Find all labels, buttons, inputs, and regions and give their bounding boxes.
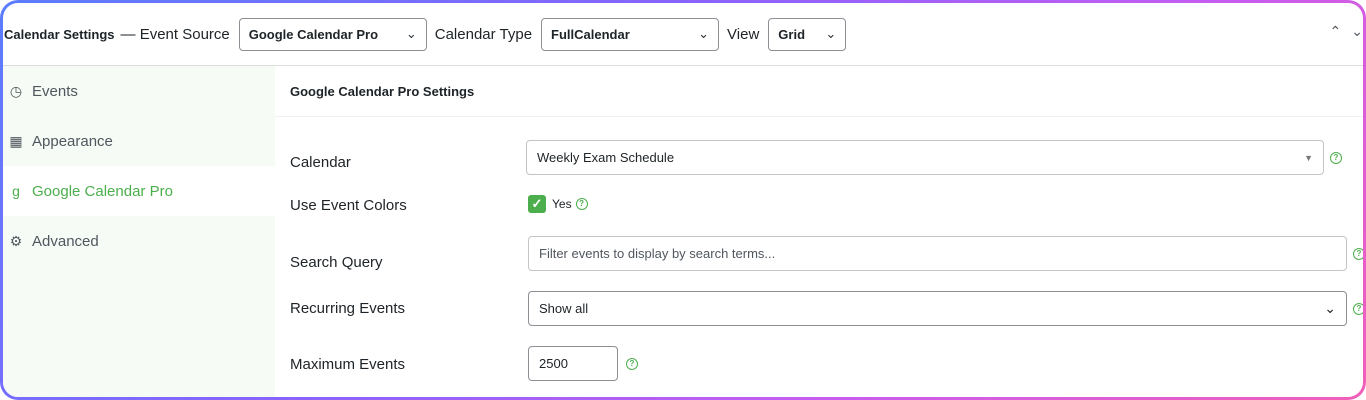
calendar-type-label: Calendar Type xyxy=(434,25,533,43)
search-query-input[interactable]: Filter events to display by search terms… xyxy=(528,236,1347,271)
sidebar-item-label: Appearance xyxy=(32,132,113,150)
chevron-down-icon[interactable]: ⌄ xyxy=(1351,23,1363,40)
maximum-events-row: Maximum Events 2500 ? xyxy=(290,346,638,381)
maximum-events-value: 2500 xyxy=(539,356,568,371)
clock-icon: ◷ xyxy=(9,82,23,99)
calendar-value: Weekly Exam Schedule xyxy=(537,150,675,165)
use-event-colors-label: Use Event Colors xyxy=(290,197,407,214)
chevron-down-icon: ⌄ xyxy=(1324,300,1336,316)
settings-panel: Calendar Settings — Event Source Google … xyxy=(3,3,1363,397)
help-icon[interactable]: ? xyxy=(1353,247,1363,260)
view-value: Grid xyxy=(778,26,806,42)
settings-content: Google Calendar Pro Settings Calendar We… xyxy=(275,66,1363,397)
cogs-icon: ⚙ xyxy=(9,232,23,249)
panel-title: Calendar Settings xyxy=(4,26,115,42)
sidebar-item-events[interactable]: ◷ Events xyxy=(3,66,275,116)
search-query-placeholder: Filter events to display by search terms… xyxy=(539,246,776,261)
search-query-row: Search Query Filter events to display by… xyxy=(290,236,1363,271)
calendar-icon: ▦ xyxy=(9,132,23,149)
recurring-events-label: Recurring Events xyxy=(290,300,406,317)
panel-controls: ⌃ ⌄ xyxy=(1330,23,1363,40)
chevron-down-icon: ⌄ xyxy=(698,26,710,41)
search-query-label: Search Query xyxy=(290,254,383,271)
header-bar: Calendar Settings — Event Source Google … xyxy=(3,3,1363,66)
calendar-type-value: FullCalendar xyxy=(551,26,630,42)
use-event-colors-yes-label: Yes xyxy=(552,196,572,211)
section-title: Google Calendar Pro Settings xyxy=(275,66,1363,117)
sidebar-item-label: Google Calendar Pro xyxy=(32,182,173,200)
calendar-type-select[interactable]: FullCalendar ⌄ xyxy=(541,17,720,51)
sidebar-item-label: Events xyxy=(32,82,78,100)
use-event-colors-row: Use Event Colors ✓ Yes ? xyxy=(290,193,588,214)
google-icon: g xyxy=(12,183,20,199)
chevron-down-icon: ⌄ xyxy=(405,26,417,41)
sidebar-item-label: Advanced xyxy=(32,232,99,250)
recurring-events-select[interactable]: Show all ⌄ xyxy=(528,291,1347,326)
maximum-events-label: Maximum Events xyxy=(290,356,406,373)
help-icon[interactable]: ? xyxy=(1353,302,1363,315)
event-source-value: Google Calendar Pro xyxy=(248,26,379,42)
sidebar-item-advanced[interactable]: ⚙ Advanced xyxy=(3,216,275,266)
event-source-select[interactable]: Google Calendar Pro ⌄ xyxy=(238,17,427,51)
view-select[interactable]: Grid ⌄ xyxy=(768,17,847,51)
use-event-colors-checkbox[interactable]: ✓ xyxy=(528,194,546,213)
calendar-label: Calendar xyxy=(290,154,351,171)
chevron-down-icon: ⌄ xyxy=(825,26,837,41)
window-frame: Calendar Settings — Event Source Google … xyxy=(0,0,1366,400)
dropdown-arrow-icon: ▼ xyxy=(1304,152,1313,163)
calendar-row: Calendar Weekly Exam Schedule ▼ ? xyxy=(290,140,1342,175)
event-source-label: — Event Source xyxy=(120,25,230,43)
chevron-up-icon[interactable]: ⌃ xyxy=(1330,23,1342,40)
help-icon[interactable]: ? xyxy=(626,357,638,370)
recurring-events-value: Show all xyxy=(539,301,589,316)
help-icon[interactable]: ? xyxy=(1330,151,1342,164)
sidebar-item-google-calendar-pro[interactable]: g Google Calendar Pro xyxy=(3,166,275,216)
sidebar-item-appearance[interactable]: ▦ Appearance xyxy=(3,116,275,166)
maximum-events-input[interactable]: 2500 xyxy=(528,346,618,381)
help-icon[interactable]: ? xyxy=(575,197,588,210)
calendar-select[interactable]: Weekly Exam Schedule ▼ xyxy=(526,140,1324,175)
recurring-events-row: Recurring Events Show all ⌄ ? xyxy=(290,291,1363,326)
view-label: View xyxy=(727,25,760,43)
settings-sidebar: ◷ Events ▦ Appearance g Google Calendar … xyxy=(3,66,275,397)
